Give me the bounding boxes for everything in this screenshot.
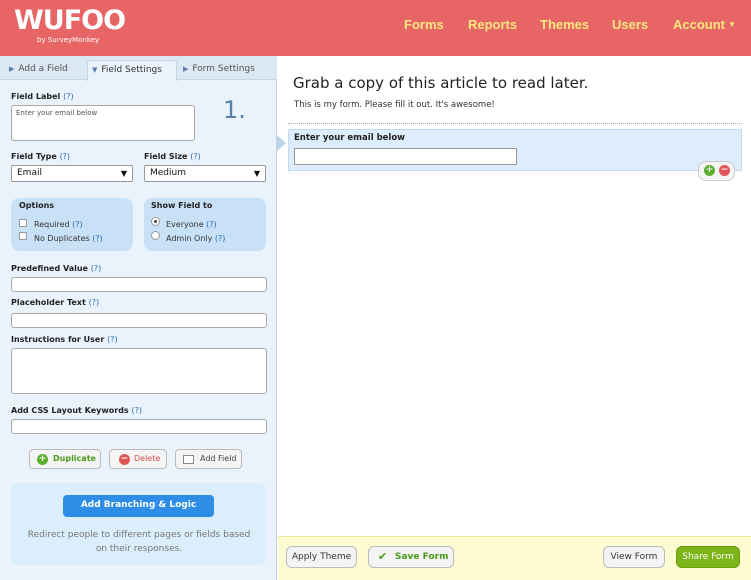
checkmark-icon: ✔ — [378, 550, 388, 563]
instructions-label: Instructions for User — [11, 335, 105, 344]
triangle-right-icon: ▶ — [9, 65, 15, 73]
css-keywords-input[interactable] — [11, 419, 267, 434]
form-description[interactable]: This is my form. Please fill it out. It'… — [294, 100, 495, 110]
nav-account[interactable]: Account ▼ — [673, 17, 736, 32]
everyone-option: Everyone (?) — [166, 220, 217, 229]
admin-only-radio[interactable] — [151, 231, 160, 240]
field-number: 1. — [223, 96, 246, 124]
tab-add-field[interactable]: ▶ Add a Field — [9, 60, 68, 81]
field-size-select[interactable]: Medium ▼ — [144, 165, 266, 182]
field-size-heading: Field Size (?) — [144, 152, 201, 161]
remove-field-minus-icon[interactable]: − — [719, 165, 730, 176]
branching-logic-description: Redirect people to different pages or fi… — [27, 530, 251, 554]
preview-field-label: Enter your email below — [294, 133, 406, 143]
logo-text: WUFOO — [14, 5, 126, 36]
field-label-heading: Field Label (?) — [11, 92, 74, 101]
placeholder-text-help[interactable]: (?) — [89, 298, 100, 307]
required-help[interactable]: (?) — [72, 220, 83, 229]
top-header: WUFOO by SurveyMonkey Forms Reports Them… — [0, 0, 751, 56]
everyone-label: Everyone — [166, 220, 204, 229]
triangle-right-icon: ▶ — [183, 65, 189, 73]
field-type-heading: Field Type (?) — [11, 152, 70, 161]
nav-account-label: Account — [673, 17, 725, 32]
no-duplicates-help[interactable]: (?) — [92, 234, 103, 243]
view-form-button[interactable]: View Form — [603, 546, 665, 568]
tab-form-settings-label: Form Settings — [192, 64, 255, 74]
field-type-help[interactable]: (?) — [60, 152, 71, 161]
nav-themes[interactable]: Themes — [540, 17, 589, 32]
wufoo-logo[interactable]: WUFOO by SurveyMonkey — [14, 4, 126, 48]
field-label-text: Field Label — [11, 92, 61, 101]
everyone-help[interactable]: (?) — [206, 220, 217, 229]
duplicate-button-label: Duplicate — [53, 454, 96, 463]
divider — [288, 123, 742, 124]
save-form-button-label: Save Form — [395, 552, 449, 562]
predefined-value-input[interactable] — [11, 277, 267, 292]
add-branching-logic-button[interactable]: Add Branching & Logic — [63, 495, 214, 517]
nav-reports[interactable]: Reports — [468, 17, 517, 32]
form-title[interactable]: Grab a copy of this article to read late… — [293, 74, 588, 92]
admin-only-option: Admin Only (?) — [166, 234, 225, 243]
nav-forms[interactable]: Forms — [404, 17, 444, 32]
dropdown-arrow-icon: ▼ — [120, 169, 127, 178]
css-keywords-heading: Add CSS Layout Keywords (?) — [11, 406, 142, 415]
required-label: Required — [34, 220, 70, 229]
logo-subtitle: by SurveyMonkey — [37, 36, 100, 44]
field-size-help[interactable]: (?) — [190, 152, 201, 161]
field-label-textarea[interactable]: Enter your email below — [11, 105, 195, 141]
no-duplicates-label: No Duplicates — [34, 234, 90, 243]
instructions-textarea[interactable] — [11, 348, 267, 394]
field-type-label: Field Type — [11, 152, 57, 161]
everyone-radio[interactable] — [151, 217, 160, 226]
placeholder-text-input[interactable] — [11, 313, 267, 328]
instructions-heading: Instructions for User (?) — [11, 335, 118, 344]
field-size-label: Field Size — [144, 152, 188, 161]
preview-email-input[interactable] — [294, 148, 517, 165]
field-label-help[interactable]: (?) — [63, 92, 74, 101]
predefined-value-help[interactable]: (?) — [91, 264, 102, 273]
admin-only-label: Admin Only — [166, 234, 213, 243]
predefined-value-label: Predefined Value — [11, 264, 88, 273]
sidebar-tabs: ▶ Add a Field ▼ Field Settings ▶ Form Setti… — [0, 56, 277, 81]
admin-only-help[interactable]: (?) — [215, 234, 226, 243]
tab-add-field-label: Add a Field — [18, 64, 68, 74]
field-size-value: Medium — [150, 168, 186, 178]
add-remove-field-control: + − — [698, 161, 735, 181]
share-form-button[interactable]: Share Form — [676, 546, 740, 568]
delete-button[interactable]: − Delete — [109, 449, 167, 469]
selected-field-pointer — [277, 135, 286, 151]
required-option: Required (?) — [34, 220, 83, 229]
save-form-button[interactable]: ✔ Save Form — [368, 546, 454, 568]
tab-field-settings[interactable]: ▼ Field Settings — [87, 60, 177, 81]
css-keywords-label: Add CSS Layout Keywords — [11, 406, 129, 415]
no-duplicates-option: No Duplicates (?) — [34, 234, 103, 243]
css-keywords-help[interactable]: (?) — [131, 406, 142, 415]
dropdown-arrow-icon: ▼ — [253, 169, 260, 178]
instructions-help[interactable]: (?) — [107, 335, 118, 344]
add-field-icon — [183, 455, 194, 464]
placeholder-text-label: Placeholder Text — [11, 298, 86, 307]
add-field-plus-icon[interactable]: + — [704, 165, 715, 176]
add-field-button-label: Add Field — [200, 454, 237, 463]
show-field-title: Show Field to — [151, 201, 213, 210]
options-title: Options — [19, 201, 55, 210]
field-type-select[interactable]: Email ▼ — [11, 165, 133, 182]
placeholder-text-heading: Placeholder Text (?) — [11, 298, 99, 307]
minus-icon: − — [119, 454, 130, 465]
duplicate-button[interactable]: + Duplicate — [29, 449, 101, 469]
tab-field-settings-label: Field Settings — [101, 65, 162, 75]
predefined-value-heading: Predefined Value (?) — [11, 264, 101, 273]
delete-button-label: Delete — [134, 454, 161, 463]
required-checkbox[interactable] — [19, 219, 27, 227]
field-type-value: Email — [17, 168, 42, 178]
no-duplicates-checkbox[interactable] — [19, 232, 27, 240]
plus-icon: + — [37, 454, 48, 465]
add-field-button[interactable]: Add Field — [175, 449, 242, 469]
caret-down-icon: ▼ — [728, 20, 736, 29]
nav-users[interactable]: Users — [612, 17, 648, 32]
tab-form-settings[interactable]: ▶ Form Settings — [183, 60, 255, 81]
apply-theme-button[interactable]: Apply Theme — [286, 546, 357, 568]
triangle-down-icon: ▼ — [92, 66, 98, 74]
